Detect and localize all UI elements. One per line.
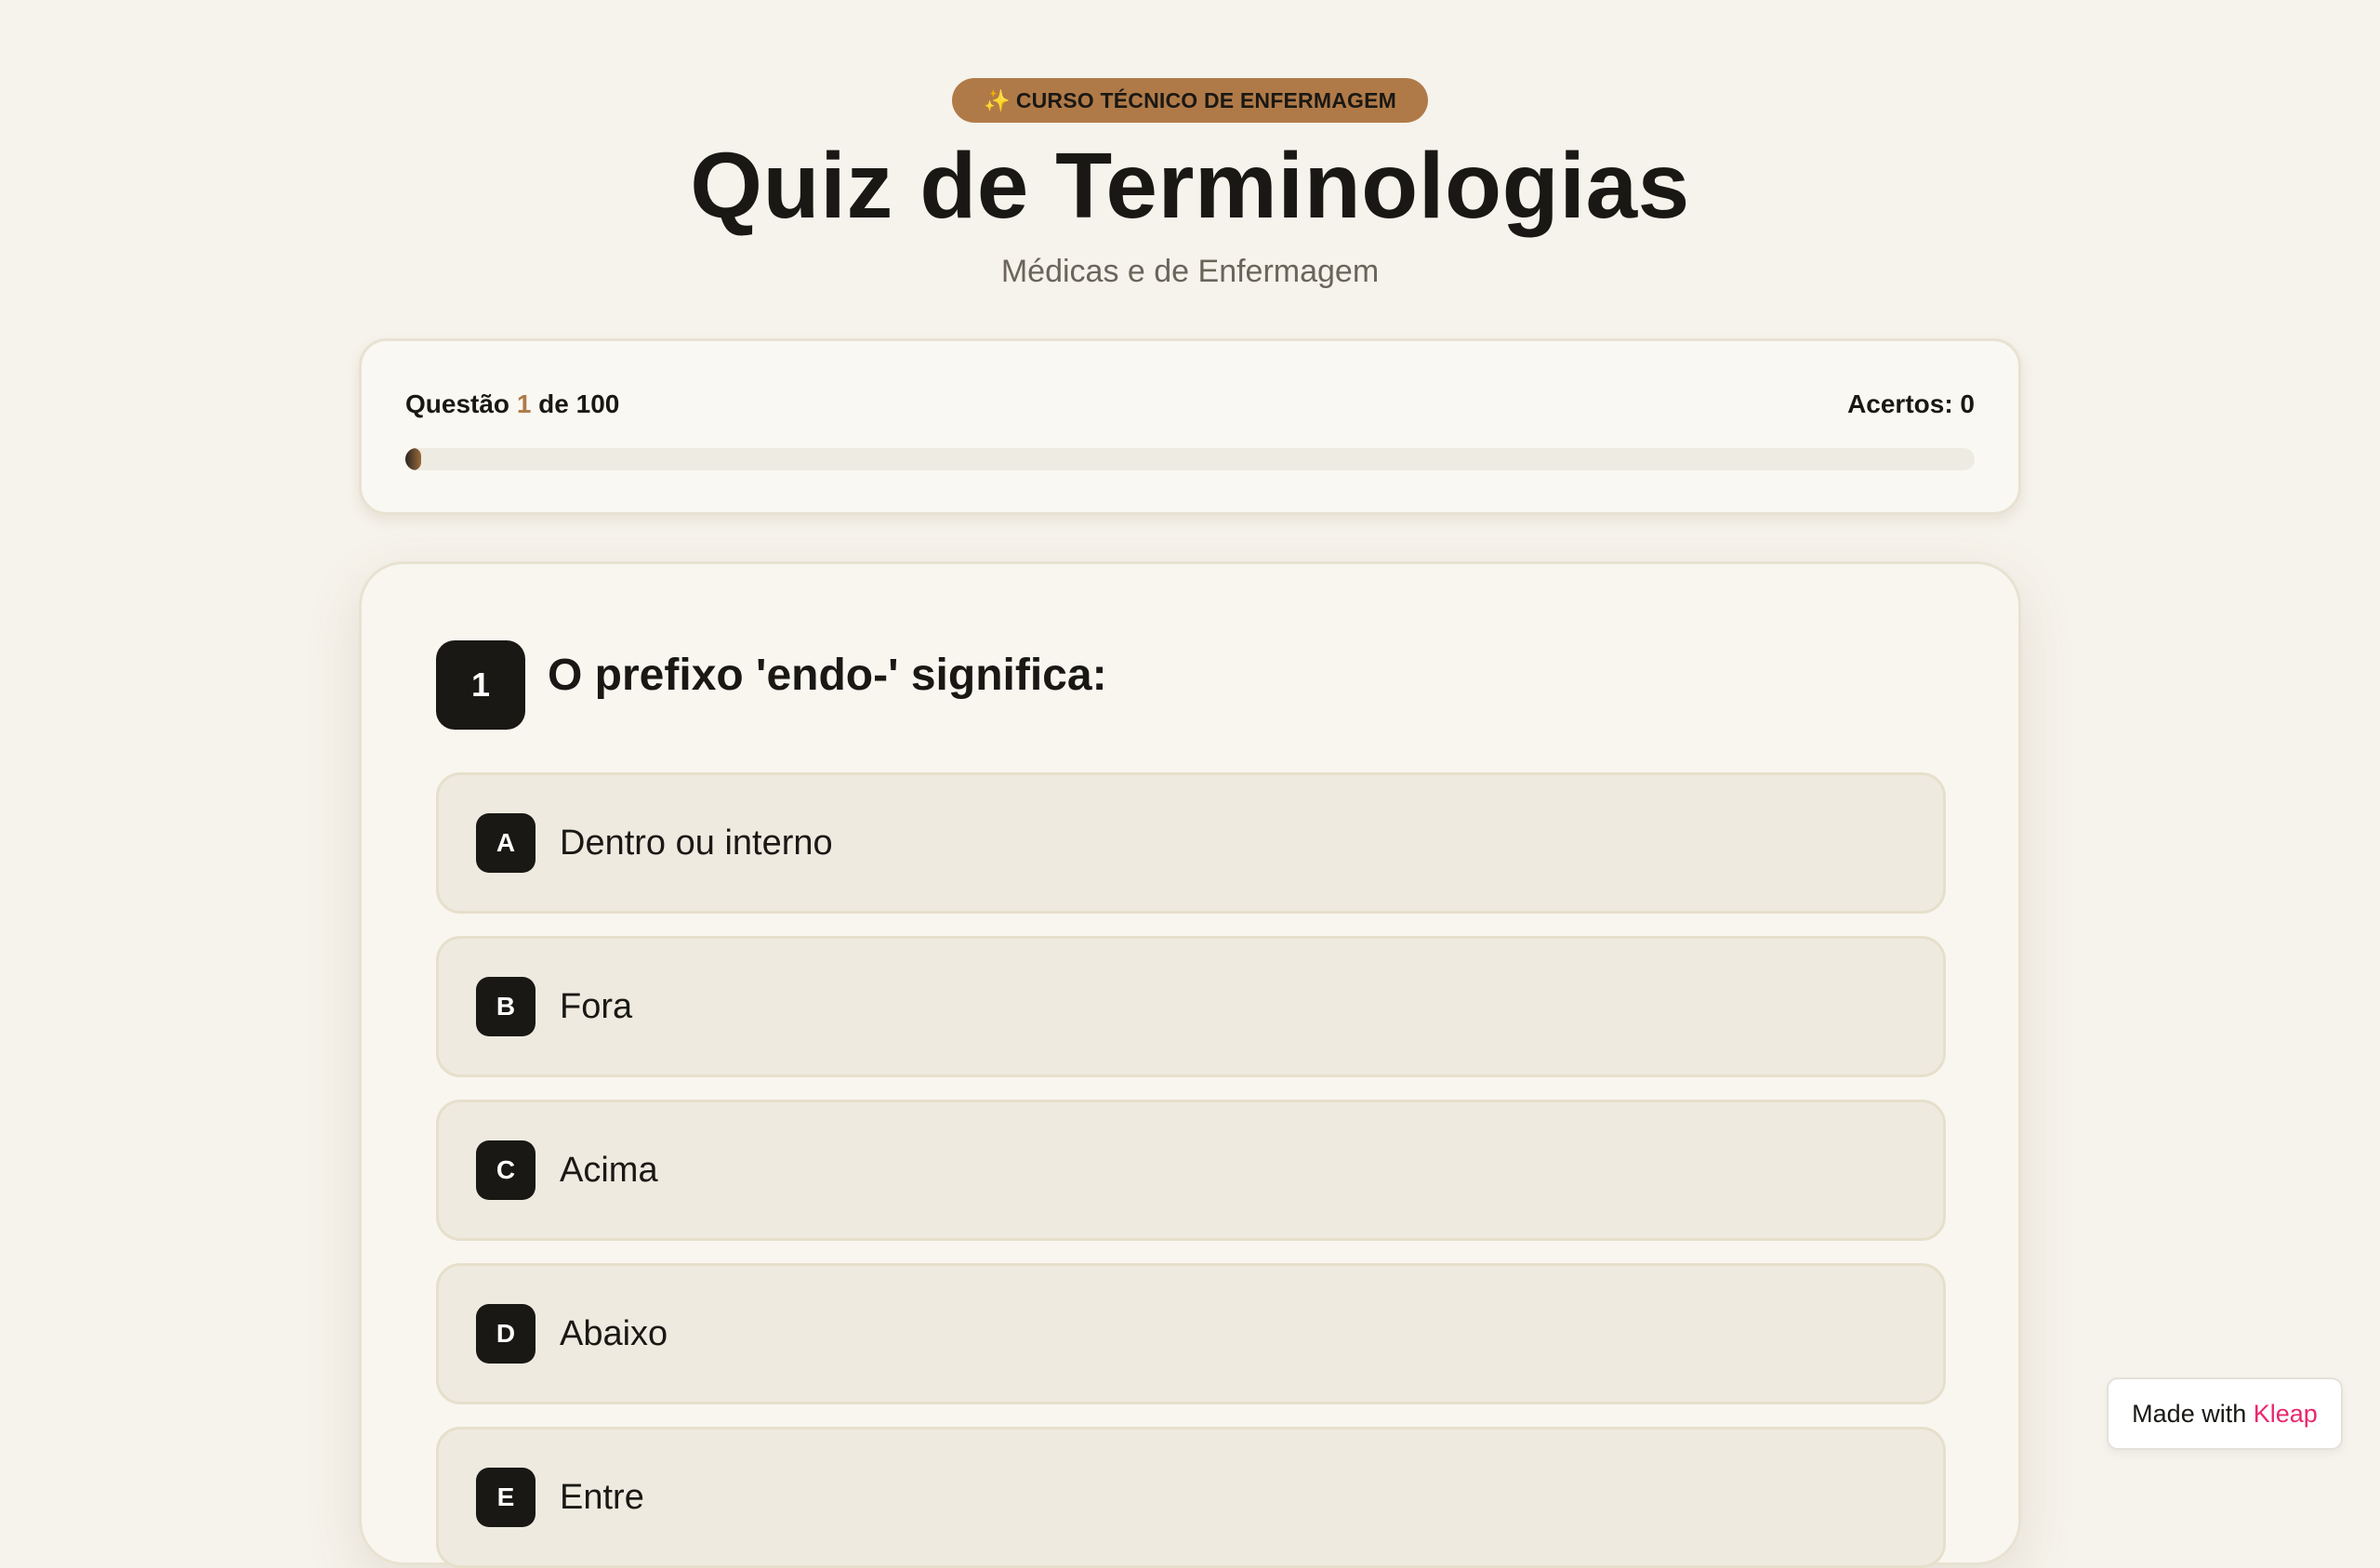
option-letter: B <box>476 977 536 1036</box>
question-text: O prefixo 'endo-' significa: <box>548 651 1107 700</box>
option-text: Fora <box>560 987 633 1026</box>
option-text: Acima <box>560 1151 658 1190</box>
option-text: Dentro ou interno <box>560 824 833 863</box>
made-with-kleap-badge[interactable]: Made with Kleap <box>2107 1377 2343 1450</box>
option-d[interactable]: D Abaixo <box>436 1263 1946 1404</box>
page-title: Quiz de Terminologias <box>690 134 1690 238</box>
page-subtitle: Médicas e de Enfermagem <box>1000 254 1380 289</box>
progress-card: Questão 1 de 100 Acertos: 0 <box>359 338 2021 515</box>
option-letter: C <box>476 1140 536 1200</box>
option-c[interactable]: C Acima <box>436 1100 1946 1241</box>
option-letter: D <box>476 1304 536 1364</box>
course-badge-label: CURSO TÉCNICO DE ENFERMAGEM <box>1015 88 1397 112</box>
sparkles-icon: ✨ <box>983 88 1011 112</box>
made-with-brand: Kleap <box>2253 1400 2318 1428</box>
option-e[interactable]: E Entre <box>436 1427 1946 1568</box>
option-letter: A <box>476 813 536 873</box>
option-text: Entre <box>560 1478 644 1517</box>
question-counter: Questão 1 de 100 <box>405 389 619 419</box>
course-badge: ✨ CURSO TÉCNICO DE ENFERMAGEM <box>952 78 1428 123</box>
question-number-badge: 1 <box>436 640 525 730</box>
question-counter-prefix: Questão <box>405 389 510 418</box>
question-counter-total: 100 <box>575 389 620 418</box>
question-card: 1 O prefixo 'endo-' significa: A Dentro … <box>359 561 2021 1568</box>
option-a[interactable]: A Dentro ou interno <box>436 772 1946 914</box>
question-counter-current: 1 <box>516 389 532 418</box>
question-counter-middle: de <box>538 389 569 418</box>
option-text: Abaixo <box>560 1314 668 1353</box>
option-b[interactable]: B Fora <box>436 936 1946 1077</box>
progress-bar <box>405 448 1975 470</box>
progress-bar-fill <box>405 448 421 470</box>
score-label: Acertos: 0 <box>1847 389 1975 418</box>
option-letter: E <box>476 1468 536 1527</box>
made-with-prefix: Made with <box>2132 1400 2247 1428</box>
